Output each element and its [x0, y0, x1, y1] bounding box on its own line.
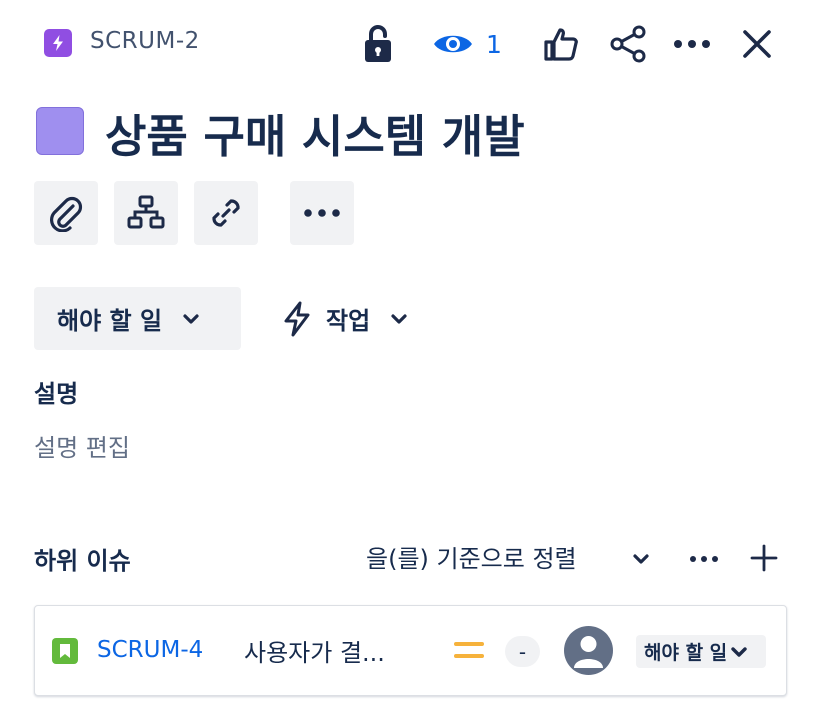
- status-dropdown[interactable]: 해야 할 일: [34, 287, 241, 350]
- close-icon[interactable]: [737, 22, 777, 66]
- watch-count: 1: [486, 29, 502, 59]
- chevron-down-icon: [390, 313, 408, 325]
- chevron-down-icon: [731, 646, 747, 658]
- unlock-icon[interactable]: [358, 22, 398, 66]
- eye-icon: [432, 30, 474, 58]
- priority-medium-icon: [454, 638, 484, 662]
- more-icon[interactable]: [671, 22, 713, 66]
- more-icon: [303, 208, 341, 218]
- chevron-down-icon[interactable]: [628, 546, 654, 572]
- issue-title[interactable]: 상품 구매 시스템 개발: [105, 100, 525, 165]
- avatar[interactable]: [564, 626, 613, 675]
- child-issue-key[interactable]: SCRUM-4: [97, 637, 203, 663]
- link-issue-button[interactable]: [194, 181, 258, 245]
- thumbs-up-icon[interactable]: [541, 22, 581, 66]
- lightning-bolt-icon: [44, 29, 72, 57]
- issue-type-dropdown[interactable]: 작업: [282, 287, 408, 350]
- child-issues-heading: 하위 이슈: [34, 547, 131, 575]
- chevron-down-icon: [182, 313, 200, 325]
- add-child-issue-icon[interactable]: [748, 542, 780, 574]
- child-issues-icon: [127, 194, 165, 232]
- child-issue-status-dropdown[interactable]: 해야 할 일: [636, 635, 766, 668]
- more-icon[interactable]: [686, 544, 722, 574]
- more-actions-button[interactable]: [290, 181, 354, 245]
- child-issue-summary[interactable]: 사용자가 결...: [244, 633, 385, 668]
- story-icon: [52, 638, 78, 664]
- add-child-issue-button[interactable]: [114, 181, 178, 245]
- estimate-badge[interactable]: -: [505, 636, 540, 667]
- description-heading: 설명: [34, 380, 79, 408]
- issue-key[interactable]: SCRUM-2: [90, 28, 200, 54]
- epic-color-swatch[interactable]: [36, 107, 84, 155]
- attach-button[interactable]: [34, 181, 98, 245]
- lightning-bolt-icon: [282, 301, 312, 337]
- watch-button[interactable]: 1: [432, 22, 514, 66]
- sort-by-button[interactable]: 을(를) 기준으로 정렬: [366, 539, 577, 574]
- link-icon: [207, 194, 245, 232]
- issue-type-label: 작업: [326, 307, 371, 335]
- child-issue-status-label: 해야 할 일: [644, 642, 728, 664]
- paperclip-icon: [47, 194, 85, 232]
- description-edit-field[interactable]: 설명 편집: [34, 428, 130, 463]
- share-icon[interactable]: [607, 22, 649, 66]
- status-label: 해야 할 일: [57, 307, 163, 335]
